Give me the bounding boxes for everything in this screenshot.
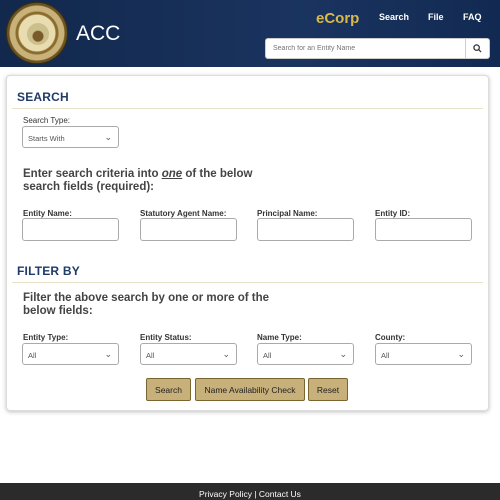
statutory-agent-input[interactable] [140,218,237,241]
principal-name-label: Principal Name: [257,209,318,218]
search-submit-button[interactable] [465,39,489,58]
acc-seal-logo[interactable] [6,2,68,64]
entity-search-box [265,38,490,59]
search-instructions: Enter search criteria into one of the be… [23,168,253,193]
site-title[interactable]: ACC [76,22,120,46]
ecorp-brand[interactable]: eCorp [316,10,359,27]
entity-id-input[interactable] [375,218,472,241]
search-divider [12,108,483,109]
name-availability-check-button[interactable]: Name Availability Check [195,378,305,401]
county-label: County: [375,333,406,342]
search-button[interactable]: Search [146,378,191,401]
chevron-down-icon: ⌄ [457,349,465,359]
search-type-value: Starts With [28,134,65,143]
statutory-agent-label: Statutory Agent Name: [140,209,227,218]
search-icon [473,44,482,53]
site-footer: Privacy Policy | Contact Us [0,483,500,500]
nav-file-link[interactable]: File [428,12,444,22]
entity-type-value: All [28,351,37,360]
search-type-select[interactable]: Starts With ⌄ [22,126,119,148]
name-type-select[interactable]: All ⌄ [257,343,354,365]
chevron-down-icon: ⌄ [104,349,112,359]
name-type-label: Name Type: [257,333,302,342]
entity-search-input[interactable] [266,39,466,58]
chevron-down-icon: ⌄ [339,349,347,359]
principal-name-input[interactable] [257,218,354,241]
name-type-value: All [263,351,272,360]
entity-status-label: Entity Status: [140,333,192,342]
chevron-down-icon: ⌄ [222,349,230,359]
footer-separator: | [251,489,259,499]
filter-divider [12,282,483,283]
seal-emblem [27,23,49,45]
county-value: All [381,351,390,360]
entity-type-label: Entity Type: [23,333,69,342]
nav-search-link[interactable]: Search [379,12,409,22]
nav-faq-link[interactable]: FAQ [463,12,482,22]
filter-instructions: Filter the above search by one or more o… [23,292,270,317]
entity-status-select[interactable]: All ⌄ [140,343,237,365]
entity-type-select[interactable]: All ⌄ [22,343,119,365]
entity-name-input[interactable] [22,218,119,241]
entity-status-value: All [146,351,155,360]
privacy-policy-link[interactable]: Privacy Policy [199,489,252,499]
search-section-title: SEARCH [17,90,69,104]
entity-name-label: Entity Name: [23,209,72,218]
filter-section-title: FILTER BY [17,264,80,278]
contact-us-link[interactable]: Contact Us [259,489,301,499]
search-type-label: Search Type: [23,116,70,125]
site-header: ACC eCorp Search File FAQ [0,0,500,67]
county-select[interactable]: All ⌄ [375,343,472,365]
reset-button[interactable]: Reset [308,378,348,401]
chevron-down-icon: ⌄ [104,132,112,142]
entity-id-label: Entity ID: [375,209,411,218]
